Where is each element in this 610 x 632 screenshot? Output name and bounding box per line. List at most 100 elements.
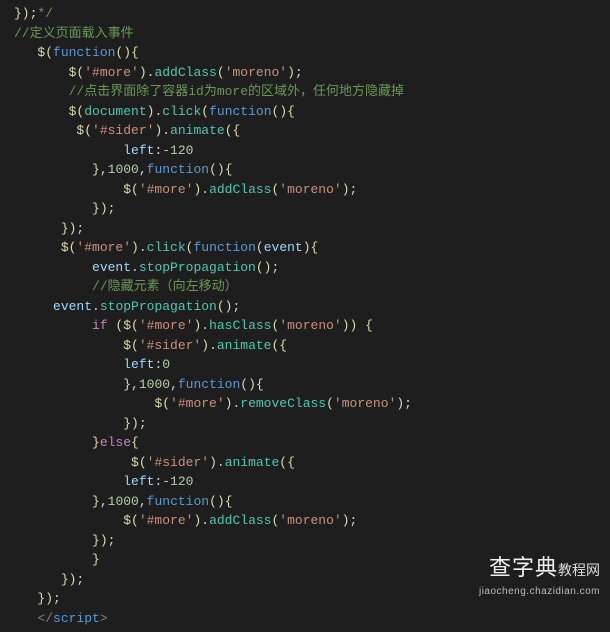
code-token: left	[123, 357, 154, 372]
code-token: ;	[404, 396, 412, 411]
code-line: $('#sider').animate({	[14, 453, 610, 473]
code-token: })	[61, 221, 77, 236]
code-token: event	[53, 299, 92, 314]
code-token: click	[147, 240, 186, 255]
code-token	[14, 455, 131, 470]
code-token: ;	[76, 572, 84, 587]
code-token: */	[37, 6, 53, 21]
code-token: $(	[61, 240, 77, 255]
code-token	[14, 65, 69, 80]
code-token	[14, 416, 123, 431]
code-token: $(	[154, 396, 170, 411]
code-token: }	[92, 494, 100, 509]
code-token: .	[201, 318, 209, 333]
code-token	[14, 221, 61, 236]
code-token: function	[53, 45, 115, 60]
code-line: });	[14, 414, 610, 434]
code-token	[14, 572, 61, 587]
code-token: ;	[295, 65, 303, 80]
code-token: function	[193, 240, 255, 255]
code-token: ;	[350, 513, 358, 528]
code-token: document	[84, 104, 146, 119]
code-line: if ($('#more').hasClass('moreno')) {	[14, 316, 610, 336]
code-token: $(	[69, 65, 85, 80]
code-token: .	[217, 455, 225, 470]
code-token: }	[123, 377, 131, 392]
code-token: 'moreno'	[334, 396, 396, 411]
code-token: ){	[303, 240, 319, 255]
code-token: .	[162, 123, 170, 138]
code-token: stopPropagation	[139, 260, 256, 275]
code-token: )	[287, 65, 295, 80]
code-token: .	[201, 513, 209, 528]
code-token: (){	[209, 494, 232, 509]
code-token	[14, 357, 123, 372]
code-token: ;	[139, 416, 147, 431]
code-token	[357, 318, 365, 333]
code-token: '#sider'	[92, 123, 154, 138]
code-token: '#more'	[84, 65, 139, 80]
code-token: </	[37, 611, 53, 626]
code-token: '#more'	[139, 513, 194, 528]
code-token: $(	[37, 45, 53, 60]
code-line: $(document).click(function(){	[14, 102, 610, 122]
code-token	[14, 611, 37, 626]
code-line: $('#more').addClass('moreno');	[14, 511, 610, 531]
code-token: ,	[131, 377, 139, 392]
code-token: '#more'	[76, 240, 131, 255]
code-token	[14, 396, 154, 411]
code-token	[14, 143, 123, 158]
code-token: //定义页面载入事件	[14, 26, 134, 41]
code-line: left:0	[14, 355, 610, 375]
code-token	[14, 533, 92, 548]
code-token: 1000	[108, 162, 139, 177]
code-token: -120	[162, 143, 193, 158]
code-token: removeClass	[240, 396, 326, 411]
code-token	[14, 435, 92, 450]
code-token: addClass	[154, 65, 216, 80]
code-token	[14, 45, 37, 60]
code-token: animate	[225, 455, 280, 470]
code-token: }	[92, 162, 100, 177]
code-token: script	[53, 611, 100, 626]
code-token: ;	[108, 533, 116, 548]
code-token	[14, 104, 69, 119]
code-token	[14, 494, 92, 509]
code-token: stopPropagation	[100, 299, 217, 314]
code-line: event.stopPropagation();	[14, 258, 610, 278]
code-token: >	[100, 611, 108, 626]
code-token: 'moreno'	[279, 182, 341, 197]
code-token	[14, 338, 123, 353]
code-line: $(function(){	[14, 43, 610, 63]
code-token	[14, 299, 53, 314]
code-token: })	[92, 533, 108, 548]
code-token	[14, 591, 37, 606]
code-token: })	[123, 416, 139, 431]
code-token	[14, 279, 92, 294]
code-token: ({	[225, 123, 241, 138]
code-token: (){	[272, 104, 295, 119]
code-token: addClass	[209, 513, 271, 528]
code-token: })	[92, 201, 108, 216]
code-token: )	[209, 455, 217, 470]
code-token	[14, 240, 61, 255]
code-token	[14, 201, 92, 216]
code-token: 1000	[139, 377, 170, 392]
code-token: {	[131, 435, 139, 450]
code-token: }	[92, 552, 100, 567]
code-token: ,	[139, 494, 147, 509]
code-token: (){	[115, 45, 138, 60]
code-token: })	[61, 572, 77, 587]
code-token: .	[209, 338, 217, 353]
code-token: ,	[170, 377, 178, 392]
code-token: click	[162, 104, 201, 119]
code-token: .	[92, 299, 100, 314]
code-token: //隐藏元素（向左移动）	[92, 279, 238, 294]
code-line: left:-120	[14, 141, 610, 161]
code-token: ,	[139, 162, 147, 177]
code-token: -120	[162, 474, 193, 489]
code-token: (){	[209, 162, 232, 177]
code-token: '#more'	[170, 396, 225, 411]
code-token: ))	[342, 318, 358, 333]
code-line: });	[14, 531, 610, 551]
